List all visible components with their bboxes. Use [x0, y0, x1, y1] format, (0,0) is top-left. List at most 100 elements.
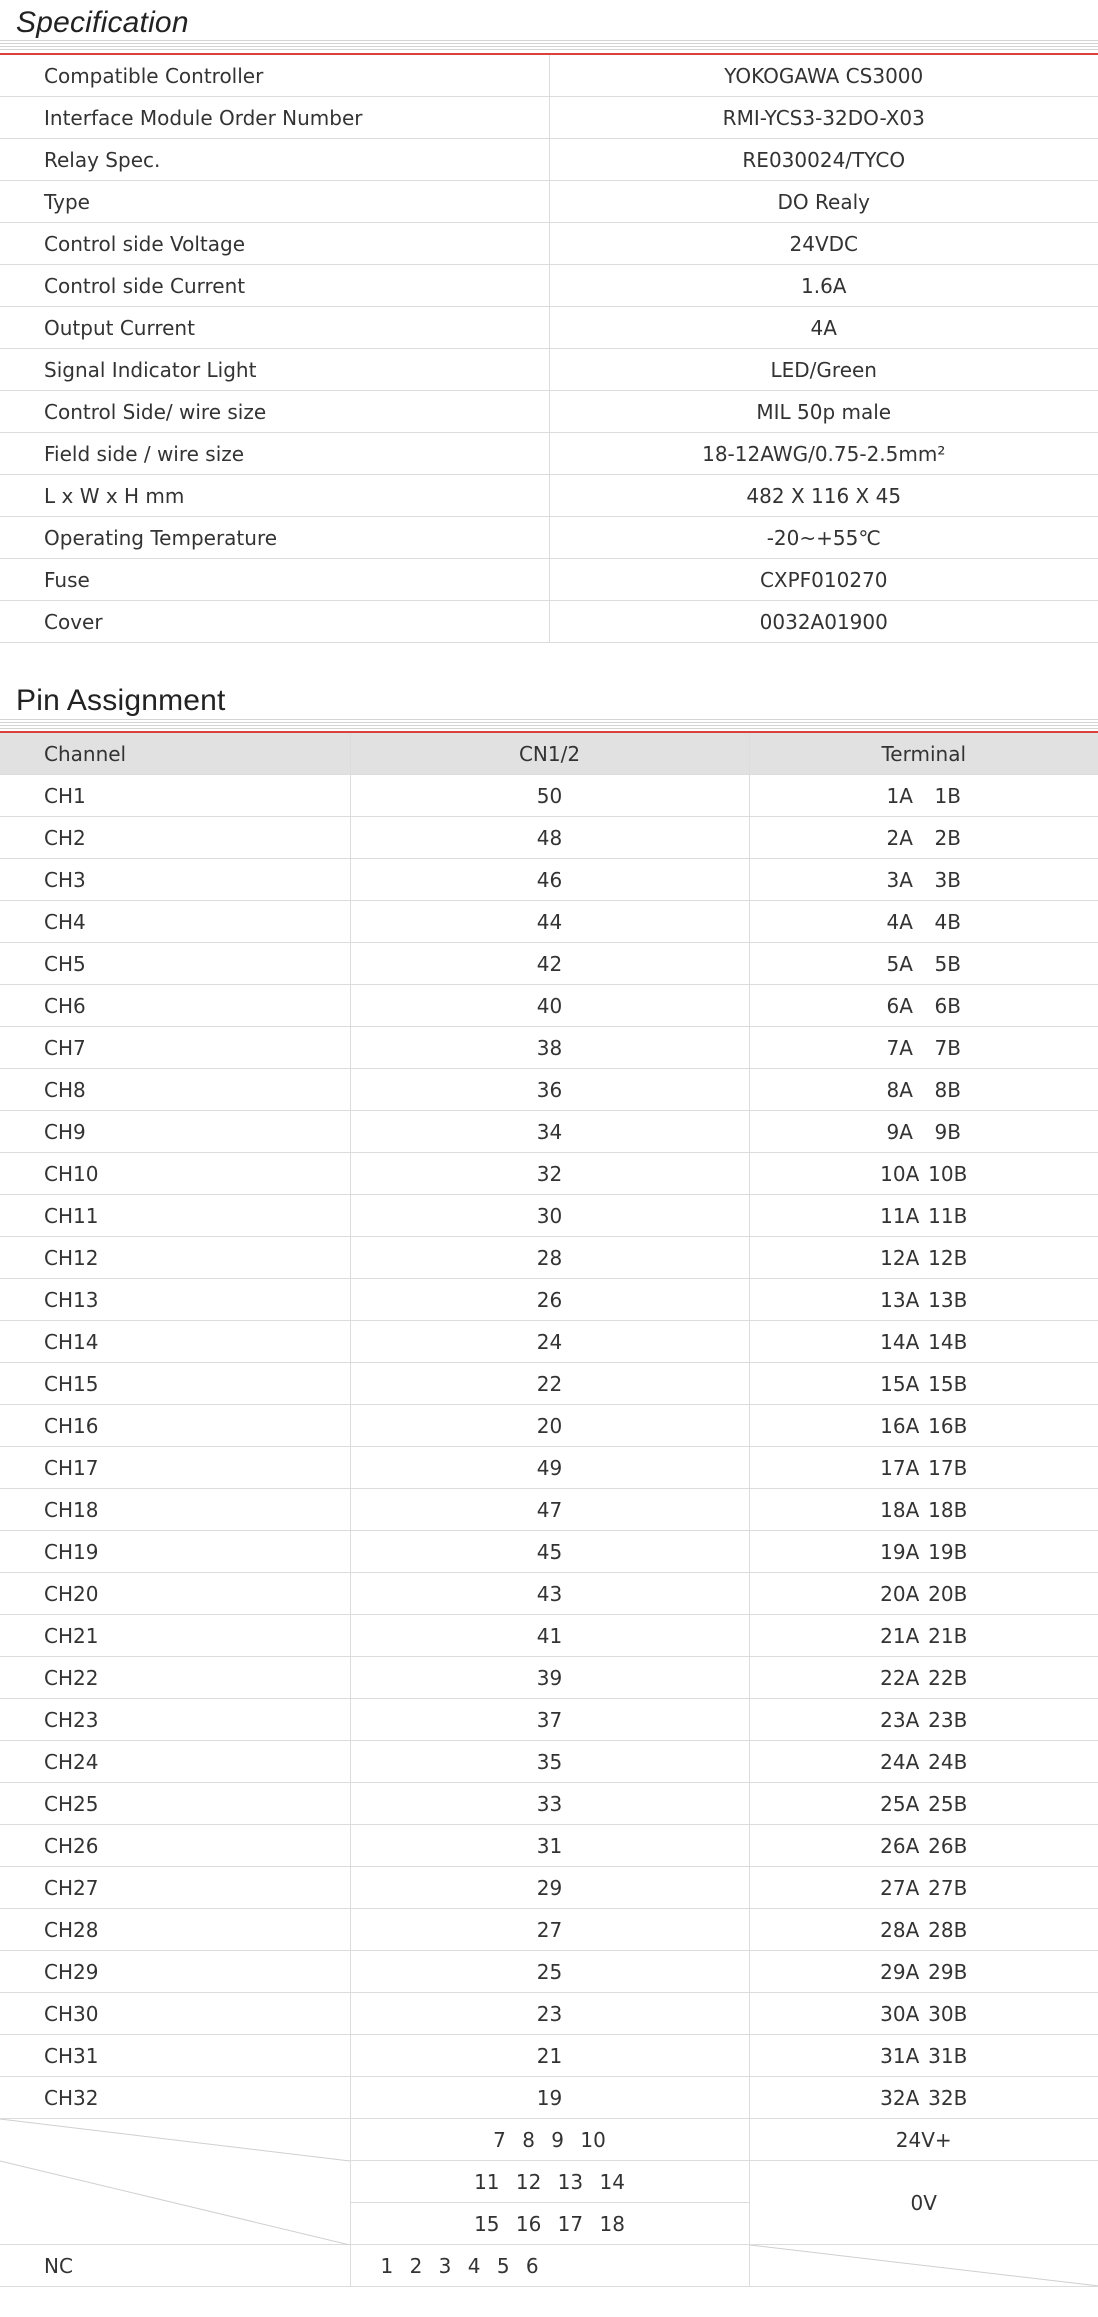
cn-pin-cell: 43 [350, 1572, 750, 1615]
terminal-a: 15A [880, 1371, 920, 1396]
terminal-cell: 17A 17B [749, 1446, 1098, 1489]
table-row: CH9 34 9A 9B [0, 1110, 1098, 1153]
terminal-cell: 31A 31B [749, 2034, 1098, 2077]
table-row: CH17 49 17A 17B [0, 1446, 1098, 1489]
terminal-pair: 4A 4B [869, 910, 979, 934]
channel-cell: CH25 [0, 1782, 351, 1825]
pins-0v-b: 15 16 17 18 [350, 2202, 750, 2245]
label-0v: 0V [749, 2160, 1098, 2245]
spec-label: Control side Voltage [0, 222, 550, 265]
cn-pin-cell: 33 [350, 1782, 750, 1825]
terminal-cell: 9A 9B [749, 1110, 1098, 1153]
terminal-a: 21A [880, 1623, 920, 1648]
terminal-pair: 7A 7B [869, 1036, 979, 1060]
terminal-a: 25A [880, 1791, 920, 1816]
table-row-24v: 7 8 9 10 24V+ [0, 2118, 1098, 2245]
cn-pin-cell: 41 [350, 1614, 750, 1657]
terminal-pair: 24A 24B [869, 1750, 979, 1774]
spec-label: Operating Temperature [0, 516, 550, 559]
table-row: CH28 27 28A 28B [0, 1908, 1098, 1951]
cn-pin-cell: 38 [350, 1026, 750, 1069]
cn-pin-cell: 44 [350, 900, 750, 943]
terminal-a: 26A [880, 1833, 920, 1858]
terminal-cell: 20A 20B [749, 1572, 1098, 1615]
header-terminal: Terminal [749, 733, 1098, 775]
terminal-b: 23B [928, 1707, 968, 1732]
cn-pin-cell: 24 [350, 1320, 750, 1363]
channel-cell: CH2 [0, 816, 351, 859]
spec-row: Compatible Controller YOKOGAWA CS3000 [0, 55, 1098, 97]
terminal-cell: 30A 30B [749, 1992, 1098, 2035]
table-row: CH15 22 15A 15B [0, 1362, 1098, 1405]
spec-value: LED/Green [549, 348, 1098, 391]
header-cn: CN1/2 [350, 733, 750, 775]
cn-pin-cell: 27 [350, 1908, 750, 1951]
spec-row: Operating Temperature -20~+55℃ [0, 516, 1098, 559]
terminal-pair: 30A 30B [869, 2002, 979, 2026]
table-row: CH11 30 11A 11B [0, 1194, 1098, 1237]
spec-value: RMI-YCS3-32DO-X03 [549, 96, 1098, 139]
terminal-b: 14B [928, 1329, 968, 1354]
channel-cell: CH12 [0, 1236, 351, 1279]
terminal-cell: 7A 7B [749, 1026, 1098, 1069]
table-row: CH7 38 7A 7B [0, 1026, 1098, 1069]
table-row: CH32 19 32A 32B [0, 2076, 1098, 2119]
spec-value: 18-12AWG/0.75-2.5mm² [549, 432, 1098, 475]
terminal-pair: 21A 21B [869, 1624, 979, 1648]
terminal-b: 8B [934, 1077, 961, 1102]
terminal-a: 17A [880, 1455, 920, 1480]
terminal-a: 10A [880, 1161, 920, 1186]
terminal-b: 31B [928, 2043, 968, 2068]
spec-value: CXPF010270 [549, 558, 1098, 601]
terminal-pair: 26A 26B [869, 1834, 979, 1858]
table-row: CH29 25 29A 29B [0, 1950, 1098, 1993]
terminal-cell: 15A 15B [749, 1362, 1098, 1405]
terminal-pair: 22A 22B [869, 1666, 979, 1690]
terminal-a: 2A [886, 825, 913, 850]
terminal-a: 19A [880, 1539, 920, 1564]
terminal-cell: 26A 26B [749, 1824, 1098, 1867]
spec-row: L x W x H mm 482 X 116 X 45 [0, 474, 1098, 517]
terminal-cell: 14A 14B [749, 1320, 1098, 1363]
terminal-a: 7A [886, 1035, 913, 1060]
channel-cell: CH22 [0, 1656, 351, 1699]
cn-pin-cell: 36 [350, 1068, 750, 1111]
cn-pin-cell: 20 [350, 1404, 750, 1447]
diagonal-blank-cell [0, 2118, 351, 2245]
terminal-pair: 27A 27B [869, 1876, 979, 1900]
table-row: CH3 46 3A 3B [0, 858, 1098, 901]
terminal-a: 6A [886, 993, 913, 1018]
terminal-cell: 16A 16B [749, 1404, 1098, 1447]
spec-row: Relay Spec. RE030024/TYCO [0, 138, 1098, 181]
specification-title: Specification [16, 6, 189, 39]
terminal-cell: 11A 11B [749, 1194, 1098, 1237]
spec-value: 1.6A [549, 264, 1098, 307]
table-row: CH21 41 21A 21B [0, 1614, 1098, 1657]
table-row: CH1 50 1A 1B [0, 774, 1098, 817]
channel-cell: CH1 [0, 774, 351, 817]
terminal-pair: 14A 14B [869, 1330, 979, 1354]
pin-table-header-row: Channel CN1/2 Terminal [0, 733, 1098, 775]
terminal-b: 21B [928, 1623, 968, 1648]
spec-label: Output Current [0, 306, 550, 349]
cn-pin-cell: 48 [350, 816, 750, 859]
spec-label: Control Side/ wire size [0, 390, 550, 433]
channel-cell: CH21 [0, 1614, 351, 1657]
terminal-cell: 21A 21B [749, 1614, 1098, 1657]
terminal-b: 2B [934, 825, 961, 850]
channel-cell: CH6 [0, 984, 351, 1027]
table-row: CH8 36 8A 8B [0, 1068, 1098, 1111]
table-row: CH12 28 12A 12B [0, 1236, 1098, 1279]
table-row-nc: NC 1 2 3 4 5 6 [0, 2244, 1098, 2287]
terminal-cell: 8A 8B [749, 1068, 1098, 1111]
terminal-pair: 20A 20B [869, 1582, 979, 1606]
table-row: CH18 47 18A 18B [0, 1488, 1098, 1531]
terminal-pair: 29A 29B [869, 1960, 979, 1984]
table-row: CH13 26 13A 13B [0, 1278, 1098, 1321]
spec-row: Control side Current 1.6A [0, 264, 1098, 307]
channel-cell: CH17 [0, 1446, 351, 1489]
cn-pin-cell: 32 [350, 1152, 750, 1195]
terminal-b: 3B [934, 867, 961, 892]
terminal-a: 32A [880, 2085, 920, 2110]
header-channel: Channel [0, 733, 351, 775]
